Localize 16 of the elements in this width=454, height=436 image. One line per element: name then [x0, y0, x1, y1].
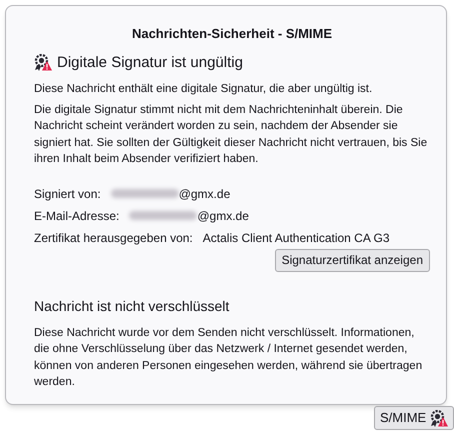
field-label: E-Mail-Adresse:: [34, 208, 120, 224]
field-label: Zertifikat herausgegeben von:: [34, 230, 193, 246]
redacted-mark: [110, 189, 179, 198]
paragraph: Die digitale Signatur stimmt nicht mit dem Nachrichteninhalt überein. Die Nachricht scheint verändert worden zu sein, nachdem der Absender sie signiert hat. Sie sollten der Gültigkeit dieser Nachricht nicht vertrauen, bis Sie ihren Inhalt beim Absender verifiziert haben.: [34, 102, 428, 167]
redacted-mark: [129, 211, 198, 220]
section-heading: Digitale Signatur ist ungültig: [57, 52, 243, 72]
field-label: Signiert von:: [34, 186, 101, 202]
smime-status-button[interactable]: S/MIME: [374, 406, 454, 430]
paragraph: Diese Nachricht enthält eine digitale Signatur, die aber ungültig ist.: [34, 82, 374, 97]
section-heading: Nachricht ist nicht verschlüsselt: [34, 296, 230, 316]
show-certificate-button[interactable]: Signaturzertifikat anzeigen: [274, 248, 430, 272]
field-value: @gmx.de: [178, 186, 230, 202]
field-value: Actalis Client Authentication CA G3: [202, 230, 390, 246]
paragraph: Diese Nachricht wurde vor dem Senden nicht verschlüsselt. Informationen, die ohne Verschlüsselung über das Netzwerk / Internet gesendet werden, können von anderen Personen eingesehen werden, während sie übertragen werden.: [34, 326, 424, 390]
popup-title: Nachrichten-Sicherheit - S/MIME: [130, 25, 334, 43]
field-value: @gmx.de: [197, 208, 249, 224]
